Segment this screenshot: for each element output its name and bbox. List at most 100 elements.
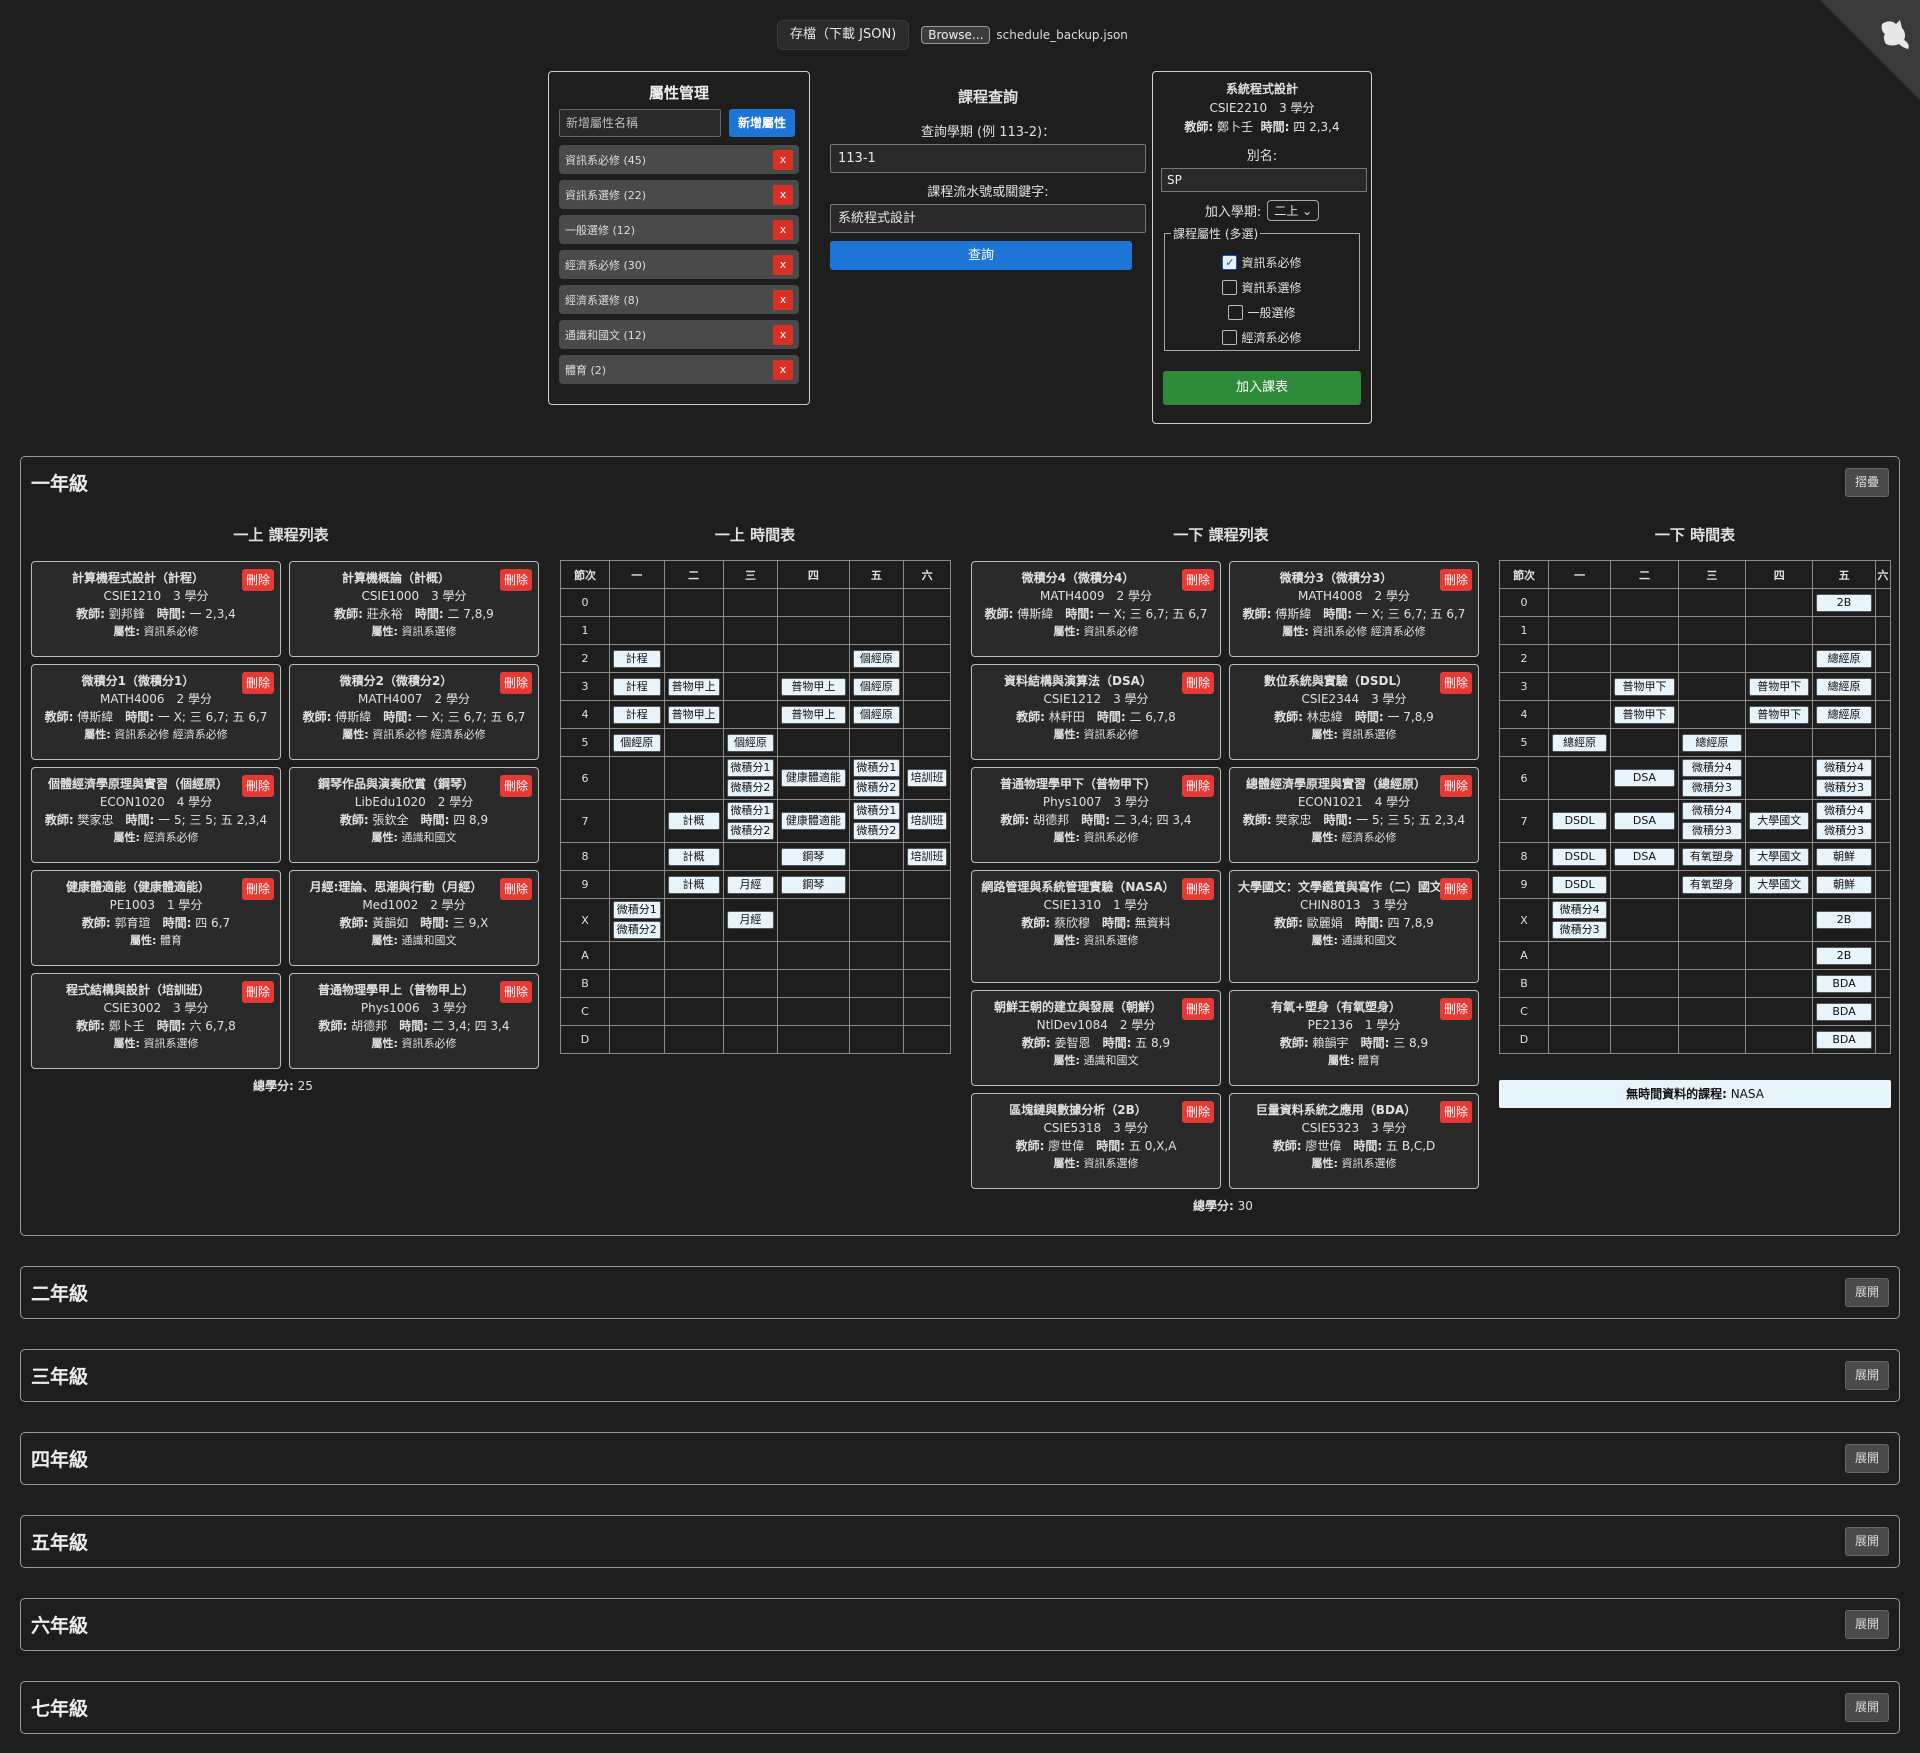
browse-button[interactable]: Browse... — [921, 26, 991, 44]
course-chip[interactable]: 微積分4 — [1552, 901, 1608, 919]
course-chip[interactable]: 有氧塑身 — [1681, 847, 1743, 866]
course-chip[interactable]: 微積分1 — [726, 802, 775, 820]
expand-button[interactable]: 展開 — [1844, 1693, 1889, 1722]
course-chip[interactable]: 健康體適能 — [781, 812, 846, 830]
course-chip[interactable]: 鋼琴 — [781, 847, 846, 866]
course-chip[interactable]: 大學國文 — [1749, 875, 1810, 894]
course-chip[interactable]: 計程 — [613, 677, 661, 696]
attribute-checkbox-row[interactable]: 資訊系選修 — [1171, 275, 1353, 300]
checkbox-icon[interactable] — [1228, 305, 1244, 320]
course-chip[interactable]: 計概 — [667, 812, 720, 830]
course-chip[interactable]: 個經原 — [852, 677, 901, 696]
course-chip[interactable]: DSA — [1614, 847, 1675, 866]
delete-course-button[interactable]: 刪除 — [1181, 1101, 1214, 1123]
course-chip[interactable]: 總經原 — [1681, 733, 1743, 752]
course-chip[interactable]: 微積分2 — [726, 822, 775, 840]
course-chip[interactable]: 微積分3 — [1681, 779, 1743, 797]
course-chip[interactable]: 月經 — [726, 911, 775, 929]
course-chip[interactable]: 鋼琴 — [781, 875, 846, 894]
course-chip[interactable]: 總經原 — [1816, 705, 1872, 724]
course-chip[interactable]: 朝鮮 — [1816, 875, 1872, 894]
course-chip[interactable]: 普物甲下 — [1614, 705, 1675, 724]
delete-course-button[interactable]: 刪除 — [1181, 569, 1214, 591]
remove-attribute-button[interactable]: x — [773, 254, 793, 275]
course-chip[interactable]: 微積分2 — [852, 779, 901, 797]
delete-course-button[interactable]: 刪除 — [241, 981, 274, 1003]
remove-attribute-button[interactable]: x — [773, 184, 793, 205]
delete-course-button[interactable]: 刪除 — [1439, 1101, 1472, 1123]
course-chip[interactable]: 月經 — [726, 875, 775, 894]
remove-attribute-button[interactable]: x — [773, 359, 793, 380]
course-chip[interactable]: 微積分4 — [1816, 802, 1872, 820]
course-chip[interactable]: 培訓班 — [907, 812, 947, 830]
course-chip[interactable]: DSA — [1614, 812, 1675, 830]
course-chip[interactable]: 個經原 — [852, 649, 901, 668]
delete-course-button[interactable]: 刪除 — [241, 878, 274, 900]
course-chip[interactable]: BDA — [1816, 974, 1872, 993]
course-chip[interactable]: 微積分4 — [1681, 802, 1743, 820]
delete-course-button[interactable]: 刪除 — [241, 672, 274, 694]
course-chip[interactable]: 個經原 — [613, 733, 661, 752]
course-chip[interactable]: 2B — [1816, 911, 1872, 929]
course-chip[interactable]: DSDL — [1552, 812, 1608, 830]
attribute-checkbox-row[interactable]: 經濟系必修 — [1171, 325, 1353, 350]
course-chip[interactable]: 計概 — [667, 875, 720, 894]
course-chip[interactable]: 微積分2 — [613, 921, 661, 939]
course-chip[interactable]: 微積分2 — [726, 779, 775, 797]
keyword-input[interactable]: 系統程式設計 — [830, 204, 1146, 233]
course-chip[interactable]: DSA — [1614, 769, 1675, 787]
course-chip[interactable]: 微積分1 — [613, 901, 661, 919]
remove-attribute-button[interactable]: x — [773, 219, 793, 240]
delete-course-button[interactable]: 刪除 — [1439, 998, 1472, 1020]
course-chip[interactable]: 微積分3 — [1816, 779, 1872, 797]
github-corner-icon[interactable] — [1820, 0, 1920, 100]
course-chip[interactable]: 計概 — [667, 847, 720, 866]
remove-attribute-button[interactable]: x — [773, 289, 793, 310]
semester-select[interactable]: 二上 ⌄ — [1267, 200, 1320, 221]
delete-course-button[interactable]: 刪除 — [241, 775, 274, 797]
course-chip[interactable]: 普物甲下 — [1749, 705, 1810, 724]
course-chip[interactable]: 微積分1 — [852, 759, 901, 777]
new-attribute-input[interactable]: 新增屬性名稱 — [559, 109, 721, 137]
course-chip[interactable]: 微積分1 — [852, 802, 901, 820]
course-chip[interactable]: 微積分4 — [1816, 759, 1872, 777]
course-chip[interactable]: BDA — [1816, 1002, 1872, 1021]
course-chip[interactable]: 微積分2 — [852, 822, 901, 840]
course-chip[interactable]: 2B — [1816, 946, 1872, 965]
course-chip[interactable]: 微積分3 — [1816, 822, 1872, 840]
delete-course-button[interactable]: 刪除 — [499, 878, 532, 900]
course-chip[interactable]: 總經原 — [1552, 733, 1608, 752]
course-chip[interactable]: 2B — [1816, 593, 1872, 612]
course-chip[interactable]: 微積分4 — [1681, 759, 1743, 777]
semester-input[interactable]: 113-1 — [830, 144, 1146, 173]
course-chip[interactable]: 普物甲下 — [1749, 677, 1810, 696]
delete-course-button[interactable]: 刪除 — [241, 569, 274, 591]
save-json-button[interactable]: 存檔（下載 JSON) — [777, 20, 910, 50]
course-chip[interactable]: 普物甲上 — [667, 705, 720, 724]
delete-course-button[interactable]: 刪除 — [1181, 878, 1214, 900]
expand-button[interactable]: 展開 — [1844, 1278, 1889, 1307]
delete-course-button[interactable]: 刪除 — [1181, 998, 1214, 1020]
course-chip[interactable]: 普物甲下 — [1614, 677, 1675, 696]
expand-button[interactable]: 展開 — [1844, 1527, 1889, 1556]
course-chip[interactable]: BDA — [1816, 1030, 1872, 1049]
course-chip[interactable]: 微積分3 — [1681, 822, 1743, 840]
checkbox-icon[interactable] — [1222, 330, 1238, 345]
course-chip[interactable]: 計程 — [613, 649, 661, 668]
attribute-checkbox-row[interactable]: ✓ 資訊系必修 — [1171, 250, 1353, 275]
course-chip[interactable]: 培訓班 — [907, 847, 947, 866]
course-chip[interactable]: 普物甲上 — [781, 705, 846, 724]
course-chip[interactable]: 普物甲上 — [667, 677, 720, 696]
file-upload[interactable]: Browse... schedule_backup.json — [921, 26, 1128, 44]
query-button[interactable]: 查詢 — [830, 241, 1132, 270]
course-chip[interactable]: 普物甲上 — [781, 677, 846, 696]
course-chip[interactable]: 健康體適能 — [781, 769, 846, 787]
delete-course-button[interactable]: 刪除 — [1439, 672, 1472, 694]
checkbox-checked-icon[interactable]: ✓ — [1222, 255, 1238, 270]
course-chip[interactable]: 培訓班 — [907, 769, 947, 787]
course-chip[interactable]: 大學國文 — [1749, 812, 1810, 830]
attribute-checkbox-row[interactable]: 一般選修 — [1171, 300, 1353, 325]
delete-course-button[interactable]: 刪除 — [1181, 672, 1214, 694]
course-chip[interactable]: DSDL — [1552, 847, 1608, 866]
course-chip[interactable]: 個經原 — [726, 733, 775, 752]
